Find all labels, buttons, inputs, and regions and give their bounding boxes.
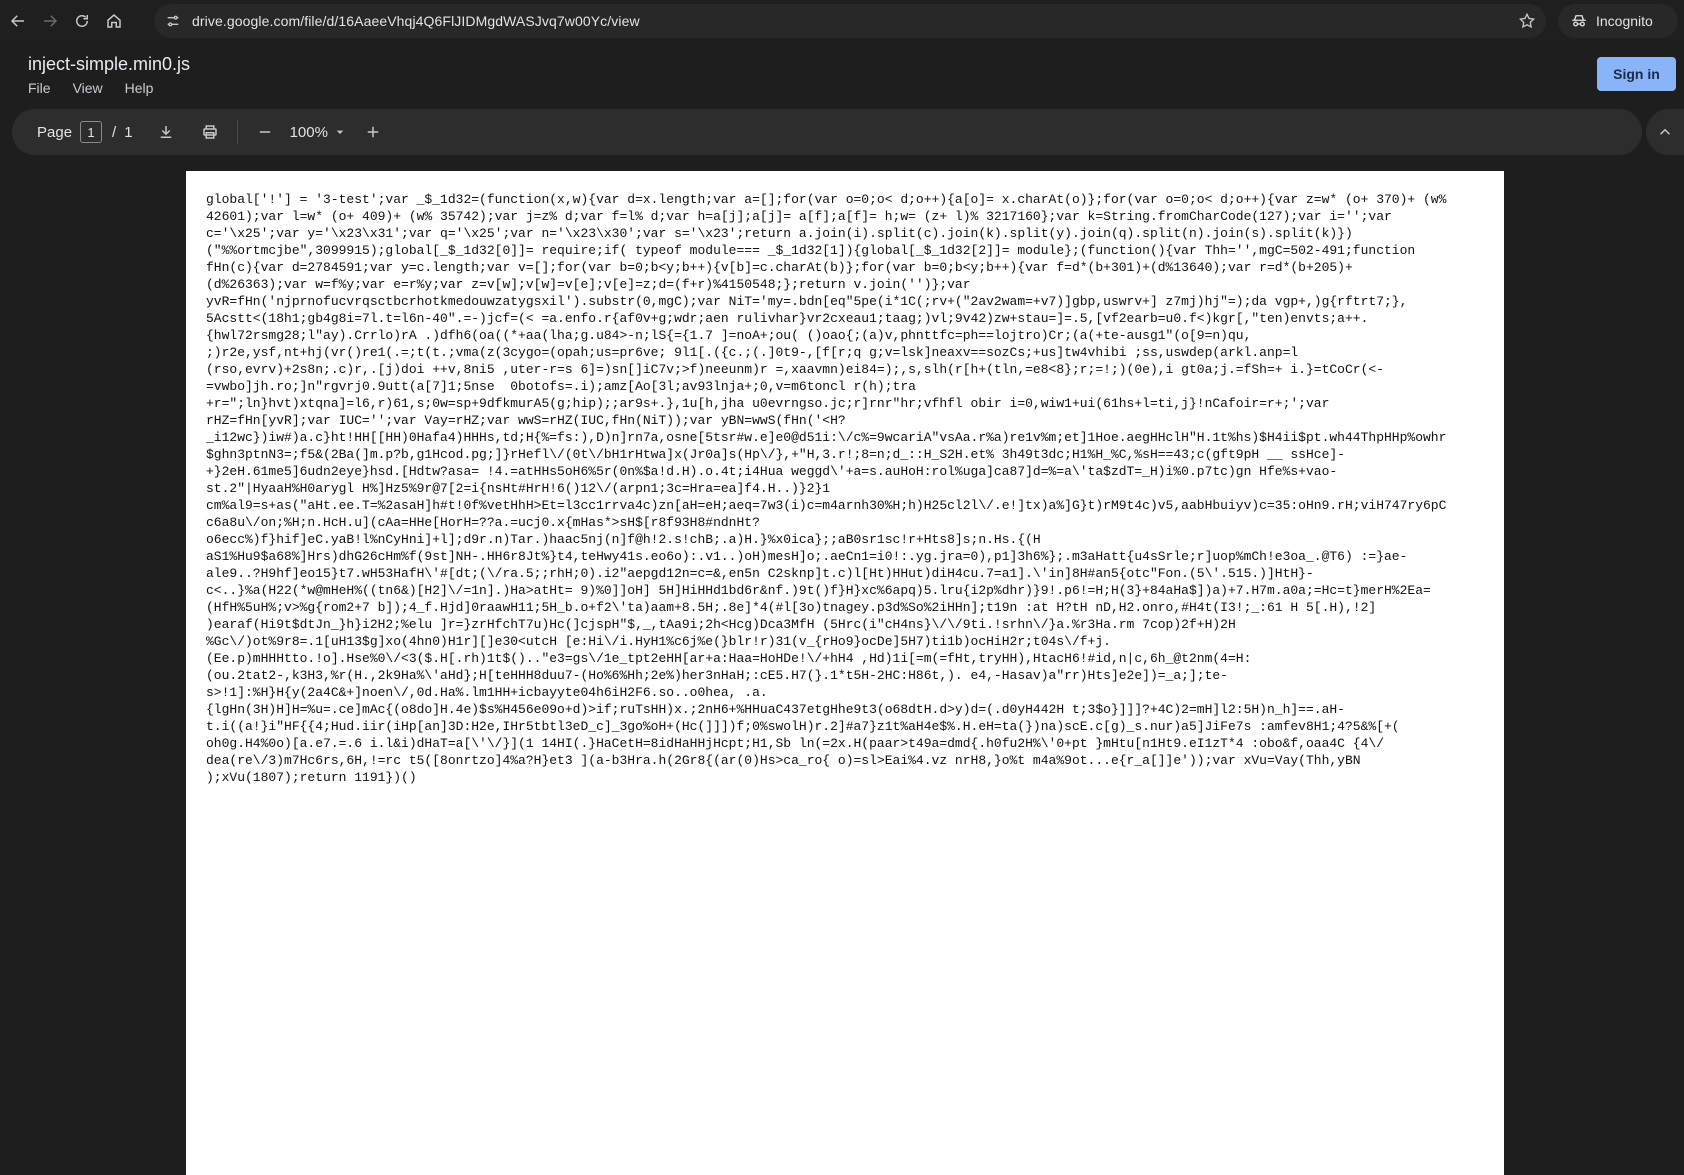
pdf-toolbar: Page 1 / 1 100% [12, 109, 1642, 155]
document-line: (d%26363);var w=f%y;var e=r%y;var z=v[w]… [206, 277, 971, 292]
reload-icon[interactable] [68, 7, 96, 35]
chevron-up-icon[interactable] [1646, 109, 1684, 155]
document-text: global['!'] = '3-test';var _$_1d32=(func… [206, 191, 1486, 786]
url-text[interactable]: drive.google.com/file/d/16AaeeVhqj4Q6FlJ… [192, 13, 640, 29]
document-line: 5Acstt<(18h1;gb4g8i=7l.t=l6n-40".=-)jcf=… [206, 311, 1369, 326]
plus-icon[interactable] [360, 119, 386, 145]
document-line: $ghn3ptnN3=;f5&(2Ba(]m.p?b,g1Hcod.pg;]}r… [206, 447, 1345, 462]
document-line: t.i((a!}i"HF{{4;Hud.iir(iHp[an]3D:H2e,IH… [206, 719, 1400, 734]
document-line: ;)r2e,ysf,nt+hj(vr()re1(.=;t(t.;vma(z(3c… [206, 345, 1299, 360]
incognito-label: Incognito [1596, 13, 1653, 29]
document-line: (Ee.p)mHHHtto.!o].Hse%0\/<3($.H[.rh)1t$(… [206, 651, 1252, 666]
toolbar-divider [236, 120, 238, 144]
incognito-button[interactable]: Incognito [1558, 4, 1678, 38]
document-line: ale9..?H9hf]eo15}t7.wH53HafH\'#[dt;(\/ra… [206, 566, 1314, 581]
star-icon[interactable] [1516, 10, 1538, 32]
document-line: +}2eH.61me5]6udn2eye}hsd.[Hdtw?asa= !4.=… [206, 464, 1338, 479]
browser-toolbar: drive.google.com/file/d/16AaeeVhqj4Q6FlJ… [0, 0, 1684, 42]
document-line: global['!'] = '3-test';var _$_1d32=(func… [206, 192, 1447, 207]
document-line: dea(re\/3)m7Hc6rs,6H,!=rc t5([8onrtzo]4%… [206, 753, 1361, 768]
page-total: 1 [124, 123, 133, 141]
page-number-input[interactable]: 1 [80, 121, 103, 143]
arrow-back-icon[interactable] [4, 7, 32, 35]
page-label: Page [37, 123, 73, 141]
chevron-down-icon[interactable] [332, 124, 348, 140]
document-line: oh0g.H4%0o)[a.e7.=.6 i.l&i)dHaT=a[\'\/}]… [206, 736, 1384, 751]
menu-file[interactable]: File [28, 80, 51, 96]
zoom-level[interactable]: 100% [290, 124, 328, 141]
menu-view[interactable]: View [73, 80, 103, 96]
document-line: )earaf(Hi9t$dtJn_}h}i2H2;%elu ]r=}zrHfch… [206, 617, 1236, 632]
document-line: s>!1]:%H}H{y(2a4C&+]noen\/,0d.Ha%.lm1HH+… [206, 685, 768, 700]
document-line: ("%%ortmcjbe",3099915);global[_$_1d32[0]… [206, 243, 1416, 258]
document-line: aS1%Hu9$a68%]Hrs)dhG26cHm%f(9st]NH-.HH6r… [206, 549, 1408, 564]
document-page: global['!'] = '3-test';var _$_1d32=(func… [186, 171, 1504, 1175]
document-line: {lgHn(3H)H]H=%u=.ce]mAc{(o8do]H.4e)$s%H4… [206, 702, 1345, 717]
document-line: );xVu(1807);return 1191})() [206, 770, 417, 785]
document-line: 42601);var l=w* (o+ 409)+ (w% 35742);var… [206, 209, 1392, 224]
incognito-icon [1572, 15, 1586, 27]
page-separator: / [112, 123, 117, 141]
document-line: %Gc\/)ot%9r8=.1[uH13$g]xo(4hn0)H1r][]e30… [206, 634, 1111, 649]
address-bar[interactable]: drive.google.com/file/d/16AaeeVhqj4Q6FlJ… [154, 4, 1546, 38]
document-line: (HfH%5uH%;v>%g{rom2+7 b]);4_f.Hjd]0raawH… [206, 600, 1377, 615]
document-line: fHn(c){var d=2784591;var y=c.length;var … [206, 260, 1353, 275]
document-line: {hwl72rsmg28;l"ay).Crrlo)rA .)dfh6(oa((*… [206, 328, 1252, 343]
document-line: (ou.2tat2-,k3H3,%r(H.,2k9Ha%\'aHd};H[teH… [206, 668, 1228, 683]
document-line: o6ecc%)f}hif]eC.yaB!l%nCyHni]+l];d9r.n)T… [206, 532, 1041, 547]
document-line: yvR=fHn('njprnofucvrqsctbcrhotkmedouwzat… [206, 294, 1408, 309]
minus-icon[interactable] [252, 119, 278, 145]
download-icon[interactable] [153, 119, 179, 145]
print-icon[interactable] [197, 119, 223, 145]
arrow-forward-icon[interactable] [36, 7, 64, 35]
menu-bar: File View Help [28, 80, 153, 96]
tune-icon[interactable] [162, 10, 184, 32]
drive-header: inject-simple.min0.js File View Help Sig… [0, 42, 1684, 104]
home-icon[interactable] [100, 7, 128, 35]
document-line: st.2"|HyaaH%H0arygl H%]Hz5%9r@7[2=i{nsHt… [206, 481, 831, 496]
document-line: c='\x25';var y='\x23\x31';var q='\x25';v… [206, 226, 1353, 241]
menu-help[interactable]: Help [125, 80, 154, 96]
document-line: +r=";ln}hvt)xtqna]=l6,r)61,s;0w=sp+9dfkm… [206, 396, 1330, 411]
document-line: =vwbo]jh.ro;]n"rgvrj0.9utt(a[7]1;5nse 0b… [206, 379, 916, 394]
sign-in-button[interactable]: Sign in [1597, 57, 1676, 91]
file-title: inject-simple.min0.js [28, 54, 191, 74]
document-line: _i12wc})iw#)a.c}ht!HH[[HH)0Hafa4)HHHs,td… [206, 430, 1447, 445]
document-line: (rso,evrv)+2s8n;.c)r,.[j)doi ++v,8ni5 ,u… [206, 362, 1384, 377]
document-line: rHZ=fHn[yvR];var IUC='';var Vay=rHZ;var … [206, 413, 846, 428]
document-line: c6a8u\/on;%H;n.HcH.u](cAa=HHe[HorH=??a.=… [206, 515, 760, 530]
document-line: cm%al9=s+as("aHt.ee.T=%2asaH]h#t!0f%vetH… [206, 498, 1447, 513]
document-line: c<..}%a(H22(*w@mHeH%((tn6&)[H2]\/=1n].)H… [206, 583, 1431, 598]
